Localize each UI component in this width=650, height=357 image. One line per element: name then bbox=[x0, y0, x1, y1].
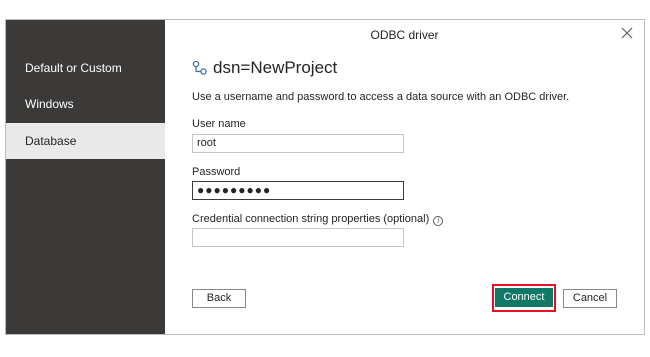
credential-label: Credential connection string properties … bbox=[192, 213, 444, 226]
back-button[interactable]: Back bbox=[192, 289, 246, 308]
odbc-dialog: Default or Custom Windows Database ODBC … bbox=[5, 19, 645, 335]
password-field[interactable]: ●●●●●●●●● bbox=[192, 181, 404, 200]
connect-button[interactable]: Connect bbox=[495, 288, 553, 307]
page-title-text: dsn=NewProject bbox=[213, 58, 338, 77]
sidebar-item-default-or-custom[interactable]: Default or Custom bbox=[6, 50, 165, 86]
page-title: dsn=NewProject bbox=[192, 58, 337, 78]
link-icon bbox=[192, 60, 208, 76]
sidebar-item-database[interactable]: Database bbox=[6, 123, 165, 159]
credential-field[interactable] bbox=[192, 228, 404, 247]
dialog-description: Use a username and password to access a … bbox=[192, 91, 570, 103]
dialog-title: ODBC driver bbox=[370, 28, 439, 42]
sidebar-item-windows[interactable]: Windows bbox=[6, 86, 165, 122]
password-label: Password bbox=[192, 166, 241, 178]
credential-label-text: Credential connection string properties … bbox=[192, 213, 430, 225]
close-icon[interactable] bbox=[620, 26, 634, 40]
username-label: User name bbox=[192, 118, 246, 130]
sidebar: Default or Custom Windows Database bbox=[6, 20, 165, 334]
cancel-button[interactable]: Cancel bbox=[563, 289, 617, 308]
info-icon[interactable]: i bbox=[433, 216, 444, 226]
username-field[interactable]: root bbox=[192, 134, 404, 153]
